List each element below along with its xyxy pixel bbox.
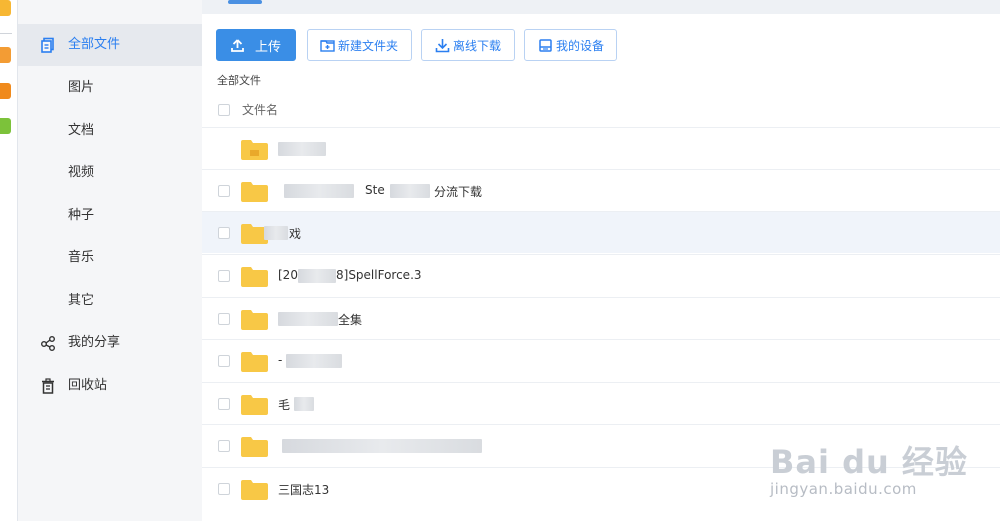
file-row[interactable]: [20 8]SpellForce.3: [202, 254, 1000, 296]
breadcrumb[interactable]: 全部文件: [217, 72, 261, 88]
blurred-name: [298, 269, 336, 283]
file-name-suffix: 全集: [338, 313, 363, 327]
row-checkbox[interactable]: [218, 313, 230, 325]
sidebar-item-label: 其它: [68, 293, 95, 308]
app-strip: [0, 0, 18, 521]
file-row[interactable]: [202, 127, 1000, 169]
blurred-name: [294, 397, 314, 411]
sidebar-item-recycle-bin[interactable]: 回收站: [18, 365, 202, 407]
folder-icon: [241, 352, 268, 372]
blurred-name: [282, 439, 482, 453]
file-row[interactable]: -: [202, 339, 1000, 381]
offline-download-label: 离线下载: [453, 38, 502, 53]
sidebar-item-torrents[interactable]: 种子: [18, 195, 202, 237]
file-name-suffix: 8]SpellForce.3: [336, 268, 422, 282]
divider: [0, 33, 12, 34]
sidebar-item-music[interactable]: 音乐: [18, 237, 202, 279]
folder-icon: [241, 437, 268, 457]
row-checkbox[interactable]: [218, 227, 230, 239]
folder-icon: [241, 480, 268, 500]
row-checkbox[interactable]: [218, 355, 230, 367]
upload-label: 上传: [255, 39, 282, 55]
sidebar-item-label: 回收站: [68, 378, 108, 393]
new-folder-label: 新建文件夹: [338, 38, 399, 53]
file-name: -: [278, 353, 283, 367]
file-row[interactable]: Ste 分流下载: [202, 169, 1000, 211]
sidebar-item-label: 文档: [68, 123, 95, 138]
file-name: 三国志13: [278, 483, 330, 497]
select-all-checkbox[interactable]: [218, 104, 230, 116]
weibo-icon[interactable]: [0, 83, 11, 99]
blurred-name: [390, 184, 430, 198]
folder-icon: [241, 395, 268, 415]
row-checkbox[interactable]: [218, 270, 230, 282]
sidebar-item-my-share[interactable]: 我的分享: [18, 322, 202, 364]
blurred-name: [278, 142, 326, 156]
new-folder-icon: [320, 39, 335, 52]
file-name-suffix: 分流下载: [434, 185, 483, 199]
file-row[interactable]: 毛: [202, 382, 1000, 424]
rss-icon[interactable]: [0, 47, 11, 63]
row-checkbox[interactable]: [218, 398, 230, 410]
device-icon: [539, 38, 552, 52]
sidebar-item-label: 种子: [68, 208, 95, 223]
file-row[interactable]: 戏: [202, 211, 1000, 253]
row-checkbox[interactable]: [218, 440, 230, 452]
sidebar-item-videos[interactable]: 视频: [18, 152, 202, 194]
sidebar-item-label: 视频: [68, 165, 95, 180]
blurred-name: [284, 184, 354, 198]
file-name-suffix: 戏: [289, 227, 302, 241]
baidu-jingyan-watermark-logo: Bai du 经验: [770, 443, 968, 481]
sidebar-item-all-files[interactable]: 全部文件: [18, 24, 202, 66]
new-folder-button[interactable]: 新建文件夹: [307, 29, 412, 61]
offline-download-button[interactable]: 离线下载: [421, 29, 515, 61]
blurred-name: [286, 354, 342, 368]
row-checkbox[interactable]: [218, 483, 230, 495]
sidebar: 全部文件 图片 文档 视频 种子 音乐 其它 我的分享 回收站: [18, 0, 202, 521]
chat-icon[interactable]: [0, 118, 11, 134]
file-copy-icon: [41, 37, 54, 53]
my-devices-button[interactable]: 我的设备: [524, 29, 617, 61]
my-devices-label: 我的设备: [556, 38, 605, 53]
folder-icon: [241, 182, 268, 202]
blurred-name: [264, 226, 288, 240]
folder-icon: [241, 267, 268, 287]
active-tab-indicator: [228, 0, 262, 4]
column-header-name[interactable]: 文件名: [242, 101, 278, 118]
upload-button[interactable]: 上传: [216, 29, 296, 61]
blurred-name: [278, 312, 338, 326]
sidebar-item-other[interactable]: 其它: [18, 280, 202, 322]
sidebar-item-label: 我的分享: [68, 335, 121, 350]
sidebar-item-label: 图片: [68, 80, 95, 95]
folder-icon: [241, 140, 268, 160]
baidu-jingyan-watermark-url: jingyan.baidu.com: [770, 480, 917, 498]
download-icon: [435, 38, 450, 52]
file-row[interactable]: 全集: [202, 297, 1000, 339]
sidebar-item-documents[interactable]: 文档: [18, 110, 202, 152]
sidebar-item-images[interactable]: 图片: [18, 67, 202, 109]
row-checkbox[interactable]: [218, 185, 230, 197]
file-name: [20: [278, 268, 298, 282]
file-name: Ste: [365, 183, 385, 197]
folder-icon: [241, 310, 268, 330]
sidebar-item-label: 全部文件: [68, 37, 121, 52]
trash-icon: [42, 378, 54, 394]
share-icon: [41, 336, 55, 351]
file-name: 毛: [278, 398, 291, 412]
upload-icon: [231, 38, 244, 52]
note-icon[interactable]: [0, 0, 11, 16]
sidebar-item-label: 音乐: [68, 250, 95, 265]
